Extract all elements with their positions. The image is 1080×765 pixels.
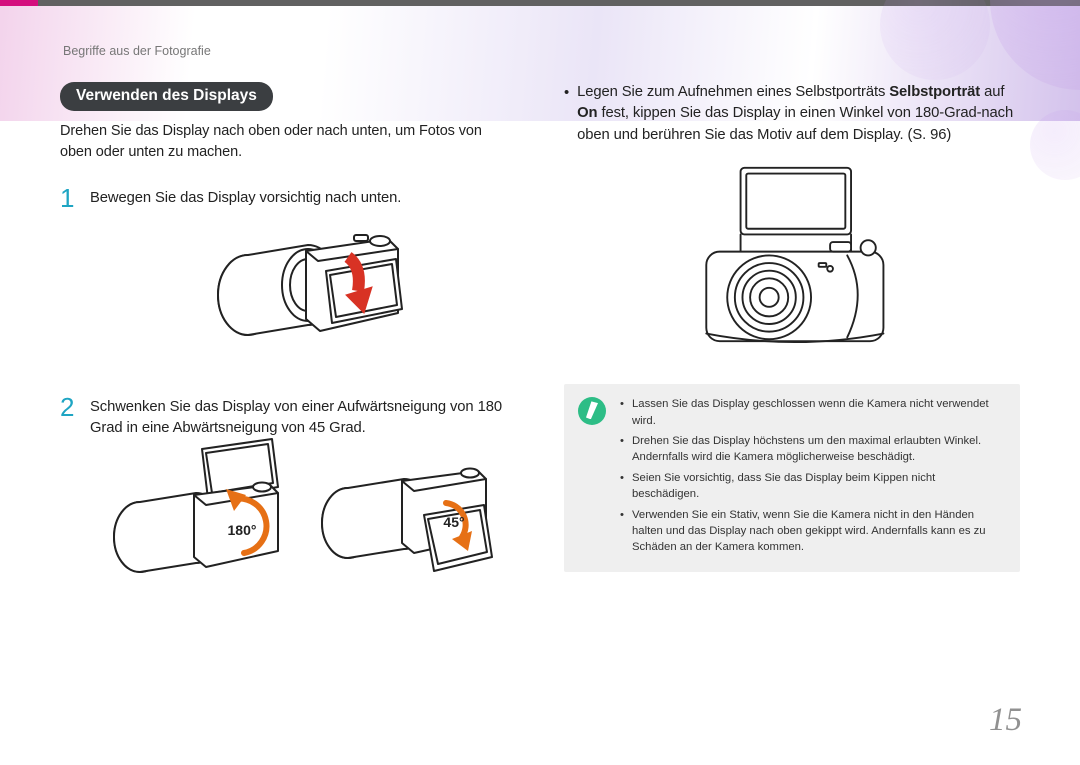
intro-text: Drehen Sie das Display nach oben oder na… (60, 121, 516, 162)
step-text: Schwenken Sie das Display von einer Aufw… (90, 397, 516, 439)
note-list: •Lassen Sie das Display geschlossen wenn… (620, 396, 1004, 559)
illustration-step-2: 180° 45° (60, 445, 516, 585)
selfie-instruction: • Legen Sie zum Aufnehmen eines Selbstpo… (564, 82, 1020, 146)
note-item: Seien Sie vorsichtig, dass Sie das Displ… (632, 470, 1004, 503)
bold-selbstportrat: Selbstporträt (889, 84, 980, 100)
section-heading: Verwenden des Displays (60, 82, 273, 111)
step-1: 1 Bewegen Sie das Display vorsichtig nac… (60, 188, 516, 211)
right-column: • Legen Sie zum Aufnehmen eines Selbstpo… (564, 82, 1020, 615)
text-fragment: fest, kippen Sie das Display in einen Wi… (577, 105, 1013, 142)
breadcrumb: Begriffe aus der Fotografie (63, 44, 211, 58)
step-number: 1 (60, 185, 76, 211)
illustration-step-1 (60, 217, 516, 367)
text-fragment: auf (980, 84, 1004, 100)
note-box: •Lassen Sie das Display geschlossen wenn… (564, 384, 1020, 571)
top-bar-accent (0, 0, 38, 6)
text-fragment: Legen Sie zum Aufnehmen eines Selbstport… (577, 84, 889, 100)
note-pen-icon (578, 397, 606, 425)
camera-front-selfie-icon (687, 164, 897, 364)
step-2: 2 Schwenken Sie das Display von einer Au… (60, 397, 516, 439)
bold-on: On (577, 105, 597, 121)
step-text: Bewegen Sie das Display vorsichtig nach … (90, 188, 401, 209)
camera-iso-tilt-down-icon (188, 217, 408, 377)
top-bar (0, 0, 1080, 6)
step-number: 2 (60, 394, 76, 420)
left-column: Verwenden des Displays Drehen Sie das Di… (60, 82, 516, 615)
page-number: 15 (989, 702, 1022, 739)
camera-iso-45-down-icon: 45° (302, 445, 492, 615)
note-item: Drehen Sie das Display höchstens um den … (632, 433, 1004, 466)
angle-180-label: 180° (228, 522, 257, 538)
note-item: Verwenden Sie ein Stativ, wenn Sie die K… (632, 507, 1004, 556)
camera-iso-180-up-icon: 180° (94, 445, 284, 615)
angle-45-label: 45° (443, 514, 464, 530)
note-item: Lassen Sie das Display geschlossen wenn … (632, 396, 1004, 429)
